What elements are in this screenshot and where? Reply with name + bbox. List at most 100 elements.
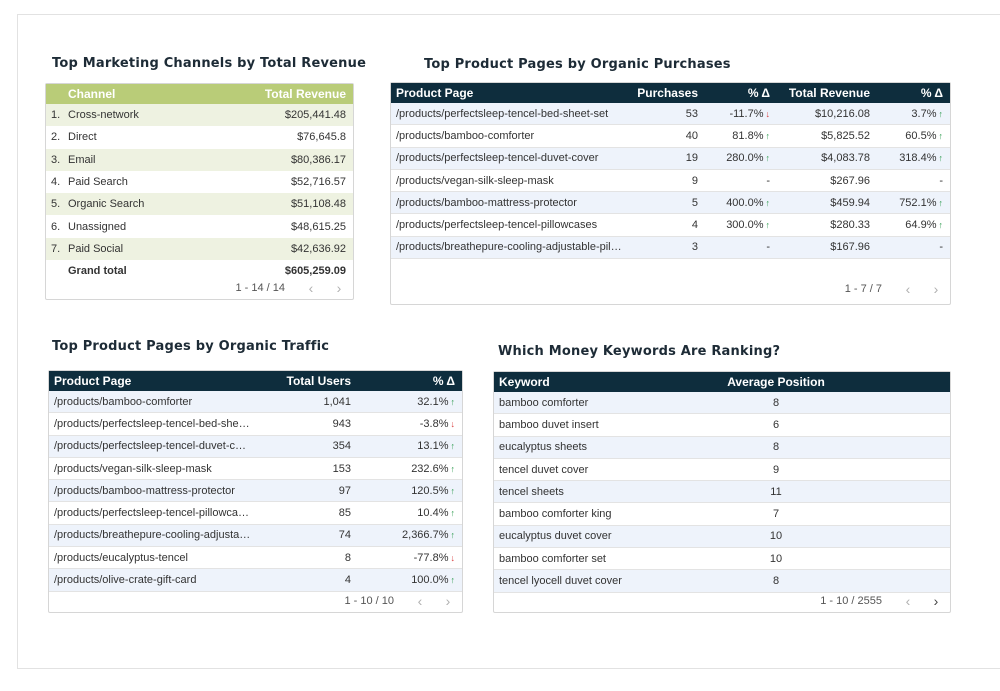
- table-row[interactable]: 5. Organic Search $51,108.48: [46, 193, 353, 216]
- column-header-product-page[interactable]: Product Page: [391, 86, 631, 100]
- table-row[interactable]: /products/bamboo-mattress-protector 5 400.…: [391, 192, 950, 215]
- column-header-total-revenue[interactable]: Total Revenue: [246, 87, 351, 101]
- arrow-up-icon: ↑: [765, 197, 771, 208]
- table-row[interactable]: /products/bamboo-mattress-protector 97 120…: [49, 480, 462, 503]
- column-header-total-users[interactable]: Total Users: [269, 374, 356, 388]
- arrow-up-icon: ↑: [450, 530, 456, 541]
- table-row[interactable]: eucalyptus sheets 8: [494, 436, 950, 459]
- users-delta-value: -3.8%: [419, 417, 449, 430]
- users-delta-value: 232.6%: [411, 462, 449, 475]
- grand-total-label: Grand total: [68, 265, 127, 278]
- revenue-delta: 60.5% ↑: [875, 130, 948, 142]
- table-row[interactable]: /products/olive-crate-gift-card 4 100.0% ↑: [49, 569, 462, 592]
- users-delta-value: 32.1%: [417, 395, 449, 408]
- users-delta: 32.1% ↑: [356, 396, 460, 408]
- users-delta-value: 13.1%: [417, 440, 449, 453]
- purchases-delta-value: 300.0%: [726, 219, 764, 232]
- purchases-value: 3: [691, 241, 698, 254]
- column-header-total-revenue[interactable]: Total Revenue: [775, 86, 875, 100]
- column-header-purchases[interactable]: Purchases: [631, 86, 703, 100]
- chevron-right-icon[interactable]: ›: [434, 593, 462, 609]
- table-row[interactable]: /products/vegan-silk-sleep-mask 9 - $267.96…: [391, 170, 950, 193]
- table-row[interactable]: 4. Paid Search $52,716.57: [46, 171, 353, 193]
- column-header-product-page[interactable]: Product Page: [49, 374, 269, 388]
- channel-name: Unassigned: [68, 220, 127, 233]
- purchases-table: Product Page Purchases % Δ Total Revenue…: [390, 82, 951, 305]
- purchases-delta-value: -: [766, 174, 770, 187]
- chevron-right-icon[interactable]: ›: [922, 593, 950, 609]
- users-delta: 2,366.7% ↑: [356, 529, 460, 541]
- arrow-up-icon: ↑: [450, 441, 456, 452]
- table-row[interactable]: 3. Email $80,386.17: [46, 148, 353, 171]
- row-index: 3.: [51, 153, 61, 166]
- channel-name: Paid Search: [68, 176, 128, 189]
- average-position: 8: [772, 441, 780, 454]
- traffic-title: Top Product Pages by Organic Traffic: [52, 339, 330, 354]
- chevron-right-icon[interactable]: ›: [325, 280, 353, 296]
- users-delta: -3.8% ↓: [356, 418, 460, 430]
- column-header-channel[interactable]: Channel: [46, 87, 246, 101]
- product-page: /products/bamboo-comforter: [396, 129, 535, 142]
- table-row[interactable]: /products/eucalyptus-tencel 8 -77.8% ↓: [49, 547, 462, 570]
- users-value: 153: [332, 462, 351, 475]
- arrow-up-icon: ↑: [938, 108, 944, 119]
- chevron-left-icon[interactable]: ‹: [297, 280, 325, 296]
- purchases-value: 53: [685, 107, 698, 120]
- average-position: 8: [772, 575, 780, 588]
- arrow-down-icon: ↓: [450, 418, 456, 429]
- purchases-rows: /products/perfectsleep-tencel-bed-sheet-…: [391, 103, 950, 260]
- users-value: 943: [332, 417, 351, 430]
- table-row[interactable]: /products/perfectsleep-tencel-pillowca… 8…: [49, 502, 462, 525]
- chevron-right-icon[interactable]: ›: [922, 281, 950, 297]
- chevron-left-icon[interactable]: ‹: [406, 593, 434, 609]
- table-row[interactable]: 6. Unassigned $48,615.25: [46, 215, 353, 237]
- revenue-delta: 318.4% ↑: [875, 152, 948, 164]
- average-position: 9: [772, 463, 780, 476]
- table-row[interactable]: 7. Paid Social $42,636.92: [46, 237, 353, 261]
- table-row[interactable]: /products/perfectsleep-tencel-duvet-c… 35…: [49, 435, 462, 458]
- table-row[interactable]: tencel duvet cover 9: [494, 459, 950, 482]
- arrow-up-icon: ↑: [765, 130, 771, 141]
- revenue-value: $167.96: [830, 241, 870, 254]
- traffic-rows: /products/bamboo-comforter 1,041 32.1% ↑/pr…: [49, 391, 462, 592]
- product-page: /products/bamboo-mattress-protector: [396, 196, 577, 209]
- pager-text: 1 - 10 / 2555: [820, 595, 882, 607]
- row-index: 7.: [51, 242, 61, 255]
- revenue-delta: 3.7% ↑: [875, 108, 948, 120]
- users-value: 1,041: [323, 395, 351, 408]
- table-row[interactable]: /products/breathepure-cooling-adjustable…: [391, 236, 950, 260]
- table-row[interactable]: bamboo comforter set 10: [494, 548, 950, 571]
- table-row[interactable]: /products/perfectsleep-tencel-pillowcase…: [391, 214, 950, 237]
- purchases-delta: 81.8% ↑: [703, 130, 775, 142]
- revenue-delta-value: 318.4%: [899, 152, 937, 165]
- table-row[interactable]: /products/breathepure-cooling-adjusta… 74…: [49, 524, 462, 548]
- column-header-revenue-delta[interactable]: % Δ: [875, 86, 948, 100]
- table-row[interactable]: tencel sheets 11: [494, 481, 950, 504]
- product-page: /products/perfectsleep-tencel-bed-she…: [54, 417, 250, 430]
- users-delta-value: 2,366.7%: [402, 529, 449, 542]
- table-row[interactable]: /products/perfectsleep-tencel-bed-sheet-…: [391, 103, 950, 126]
- table-row[interactable]: /products/bamboo-comforter 1,041 32.1% ↑: [49, 391, 462, 414]
- table-row[interactable]: bamboo duvet insert 6: [494, 414, 950, 437]
- arrow-up-icon: ↑: [938, 153, 944, 164]
- table-row[interactable]: /products/perfectsleep-tencel-bed-she… 94…: [49, 413, 462, 436]
- table-row[interactable]: /products/perfectsleep-tencel-duvet-cove…: [391, 147, 950, 170]
- revenue-delta-value: -: [939, 174, 943, 187]
- table-row[interactable]: bamboo comforter 8: [494, 392, 950, 415]
- table-row[interactable]: /products/bamboo-comforter 40 81.8% ↑ $5,825…: [391, 125, 950, 148]
- column-header-users-delta[interactable]: % Δ: [356, 374, 460, 388]
- purchases-value: 19: [685, 152, 698, 165]
- table-row[interactable]: /products/vegan-silk-sleep-mask 153 232.6%…: [49, 458, 462, 481]
- chevron-left-icon[interactable]: ‹: [894, 281, 922, 297]
- column-header-purchases-delta[interactable]: % Δ: [703, 86, 775, 100]
- table-row[interactable]: bamboo comforter king 7: [494, 503, 950, 526]
- chevron-left-icon[interactable]: ‹: [894, 593, 922, 609]
- column-header-average-position[interactable]: Average Position: [674, 375, 878, 389]
- revenue-delta: -: [875, 241, 948, 253]
- revenue-delta: 64.9% ↑: [875, 219, 948, 231]
- table-row[interactable]: 2. Direct $76,645.8: [46, 126, 353, 148]
- table-row[interactable]: eucalyptus duvet cover 10: [494, 525, 950, 549]
- purchases-pager: 1 - 7 / 7 ‹ ›: [845, 274, 950, 304]
- table-row[interactable]: 1. Cross-network $205,441.48: [46, 104, 353, 127]
- channel-revenue: $205,441.48: [284, 109, 346, 122]
